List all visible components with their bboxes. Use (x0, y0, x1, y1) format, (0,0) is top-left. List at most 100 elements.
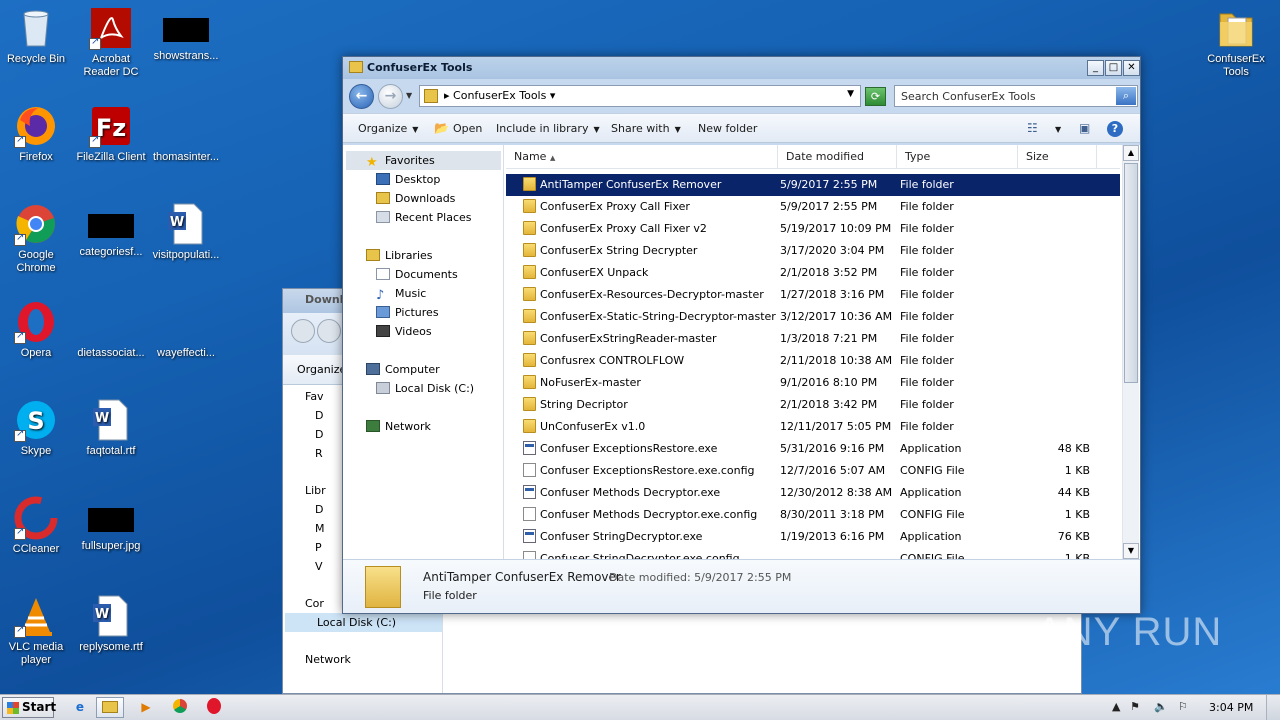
action-center-icon[interactable]: ⚑ (1130, 700, 1140, 713)
show-hidden-icons-arrow-icon[interactable]: ▲ (1112, 700, 1120, 713)
nav-item-local-disk[interactable]: Local Disk (C:) (285, 613, 442, 632)
view-dropdown[interactable]: ▼ (1050, 122, 1061, 135)
recent-pages-dropdown[interactable]: ▼ (406, 91, 412, 100)
desktop-icon-showstrans[interactable]: showstrans... (148, 6, 224, 63)
nav-item-videos[interactable]: Videos (346, 322, 503, 341)
desktop-icon-faqtotal[interactable]: W faqtotal.rtf (73, 398, 149, 458)
column-header-type[interactable]: Type (897, 145, 1018, 169)
nav-item-network[interactable]: Network (305, 650, 442, 669)
column-header-date-modified[interactable]: Date modified (778, 145, 897, 169)
minimize-button[interactable]: _ (1087, 60, 1104, 76)
desktop-icon-ccleaner[interactable]: CCleaner (0, 496, 74, 556)
preview-pane-icon[interactable]: ▣ (1079, 121, 1090, 135)
search-icon[interactable]: ⌕ (1116, 87, 1136, 105)
nav-item-downloads[interactable]: Downloads (346, 189, 503, 208)
file-row[interactable]: ConfuserEx String Decrypter 3/17/2020 3:0… (506, 240, 1120, 262)
nav-item-recent-places[interactable]: Recent Places (346, 208, 503, 227)
file-row[interactable]: String Decriptor 2/1/2018 3:42 PM File fol… (506, 394, 1120, 416)
back-button[interactable]: ← (349, 84, 374, 109)
scrollbar-thumb[interactable] (1124, 163, 1138, 383)
help-icon[interactable]: ? (1107, 121, 1123, 137)
new-folder-button[interactable]: New folder (698, 122, 757, 135)
desktop-icon-wayeffecti[interactable]: wayeffecti... (148, 300, 224, 360)
nav-item-music[interactable]: ♪ Music (346, 284, 503, 303)
desktop-icon-replysome[interactable]: W replysome.rtf (73, 594, 149, 654)
scroll-up-arrow-icon[interactable]: ▲ (1123, 145, 1139, 161)
media-player-icon[interactable]: ▶ (132, 697, 160, 718)
file-row[interactable]: ConfuserEX Unpack 2/1/2018 3:52 PM File fo… (506, 262, 1120, 284)
file-row[interactable]: Confuser ExceptionsRestore.exe.config 12/… (506, 460, 1120, 482)
back-arrow-icon[interactable] (291, 319, 315, 343)
include-in-library-button[interactable]: Include in library ▼ (496, 122, 600, 135)
column-header-size[interactable]: Size (1018, 145, 1097, 169)
organize-button[interactable]: Organize ▼ (358, 122, 418, 135)
file-row[interactable]: Confuser StringDecryptor.exe.config CONFI… (506, 548, 1120, 559)
chrome-icon[interactable] (166, 697, 194, 718)
desktop-icon-vlc[interactable]: VLC media player (0, 594, 74, 667)
desktop-icon-chrome[interactable]: Google Chrome (0, 202, 74, 275)
open-button[interactable]: Open (453, 122, 482, 135)
opera-icon[interactable] (200, 697, 228, 718)
desktop-icon-skype[interactable]: S Skype (0, 398, 74, 458)
file-row[interactable]: ConfuserEx-Static-String-Decryptor-maste… (506, 306, 1120, 328)
desktop-icon-confuserex-tools[interactable]: ConfuserEx Tools (1198, 6, 1274, 79)
chevron-down-icon[interactable]: ▼ (847, 89, 854, 99)
file-row[interactable]: Confusrex CONTROLFLOW 2/11/2018 10:38 AM F… (506, 350, 1120, 372)
title-bar[interactable]: ConfuserEx Tools _ □ ✕ (343, 57, 1140, 79)
file-name: AntiTamper ConfuserEx Remover (540, 178, 722, 191)
explorer-window[interactable]: ConfuserEx Tools _ □ ✕ ← → ▼ ▸ ConfuserE… (342, 56, 1141, 614)
explorer-taskbar-button[interactable] (96, 697, 124, 718)
file-row[interactable]: Confuser Methods Decryptor.exe.config 8/3… (506, 504, 1120, 526)
column-header-name[interactable]: Name ▲ (506, 145, 778, 169)
breadcrumb[interactable]: ▸ ConfuserEx Tools ▾ (444, 89, 555, 102)
desktop-icon-categoriesf[interactable]: categoriesf... (73, 202, 149, 259)
clock[interactable]: 3:04 PM (1209, 701, 1253, 714)
nav-item-computer[interactable]: Computer (346, 360, 503, 379)
file-row[interactable]: ConfuserExStringReader-master 1/3/2018 7:… (506, 328, 1120, 350)
nav-item-pictures[interactable]: Pictures (346, 303, 503, 322)
search-input[interactable]: Search ConfuserEx Tools (901, 90, 1036, 103)
search-box[interactable]: Search ConfuserEx Tools ⌕ (894, 85, 1138, 107)
desktop-icon-dietassociat[interactable]: dietassociat... (73, 300, 149, 360)
file-row[interactable]: ConfuserEx Proxy Call Fixer 5/9/2017 2:55… (506, 196, 1120, 218)
nav-item-favorites[interactable]: ★ Favorites (346, 151, 501, 170)
show-desktop-button[interactable] (1266, 695, 1280, 720)
nav-item-libraries[interactable]: Libraries (346, 246, 503, 265)
file-row[interactable]: ConfuserEx Proxy Call Fixer v2 5/19/2017 … (506, 218, 1120, 240)
nav-item-local-disk[interactable]: Local Disk (C:) (346, 379, 503, 398)
desktop-icon-recycle-bin[interactable]: Recycle Bin (0, 6, 74, 66)
close-button[interactable]: ✕ (1123, 60, 1140, 76)
desktop-icon-thomasinter[interactable]: thomasinter... (148, 104, 224, 164)
file-row[interactable]: UnConfuserEx v1.0 12/11/2017 5:05 PM File … (506, 416, 1120, 438)
desktop-icon-firefox[interactable]: Firefox (0, 104, 74, 164)
file-row[interactable]: Confuser Methods Decryptor.exe 12/30/2012… (506, 482, 1120, 504)
desktop-icon-acrobat[interactable]: Acrobat Reader DC (73, 6, 149, 79)
start-button[interactable]: Start (2, 697, 56, 718)
volume-icon[interactable]: 🔈 (1154, 700, 1168, 713)
view-options-icon[interactable]: ☷ (1027, 121, 1038, 135)
flag-icon[interactable]: ⚐ (1178, 700, 1188, 713)
internet-explorer-icon[interactable]: e (66, 697, 94, 718)
desktop-icon-filezilla[interactable]: Fz FileZilla Client (73, 104, 149, 164)
forward-button[interactable]: → (378, 84, 403, 109)
address-bar[interactable]: ▸ ConfuserEx Tools ▾ ▼ (419, 85, 861, 107)
nav-item-desktop[interactable]: Desktop (346, 170, 503, 189)
organize-button[interactable]: Organize (297, 363, 346, 376)
nav-item-documents[interactable]: Documents (346, 265, 503, 284)
maximize-button[interactable]: □ (1105, 60, 1122, 76)
file-row[interactable]: NoFuserEx-master 9/1/2016 8:10 PM File fol… (506, 372, 1120, 394)
file-row[interactable]: AntiTamper ConfuserEx Remover 5/9/2017 2:… (506, 174, 1120, 196)
scroll-down-arrow-icon[interactable]: ▼ (1123, 543, 1139, 559)
refresh-button[interactable]: ⟳ (865, 87, 886, 106)
forward-arrow-icon[interactable] (317, 319, 341, 343)
nav-item-network[interactable]: Network (346, 417, 503, 436)
desktop-icon-fullsuper[interactable]: fullsuper.jpg (73, 496, 149, 553)
breadcrumb-current[interactable]: ConfuserEx Tools (453, 89, 546, 102)
share-with-button[interactable]: Share with ▼ (611, 122, 681, 135)
vertical-scrollbar[interactable]: ▲ ▼ (1122, 145, 1139, 559)
file-row[interactable]: Confuser StringDecryptor.exe 1/19/2013 6:… (506, 526, 1120, 548)
file-row[interactable]: Confuser ExceptionsRestore.exe 5/31/2016 … (506, 438, 1120, 460)
desktop-icon-opera[interactable]: Opera (0, 300, 74, 360)
desktop-icon-visitpopulati[interactable]: W visitpopulati... (148, 202, 224, 262)
file-row[interactable]: ConfuserEx-Resources-Decryptor-master 1/2… (506, 284, 1120, 306)
